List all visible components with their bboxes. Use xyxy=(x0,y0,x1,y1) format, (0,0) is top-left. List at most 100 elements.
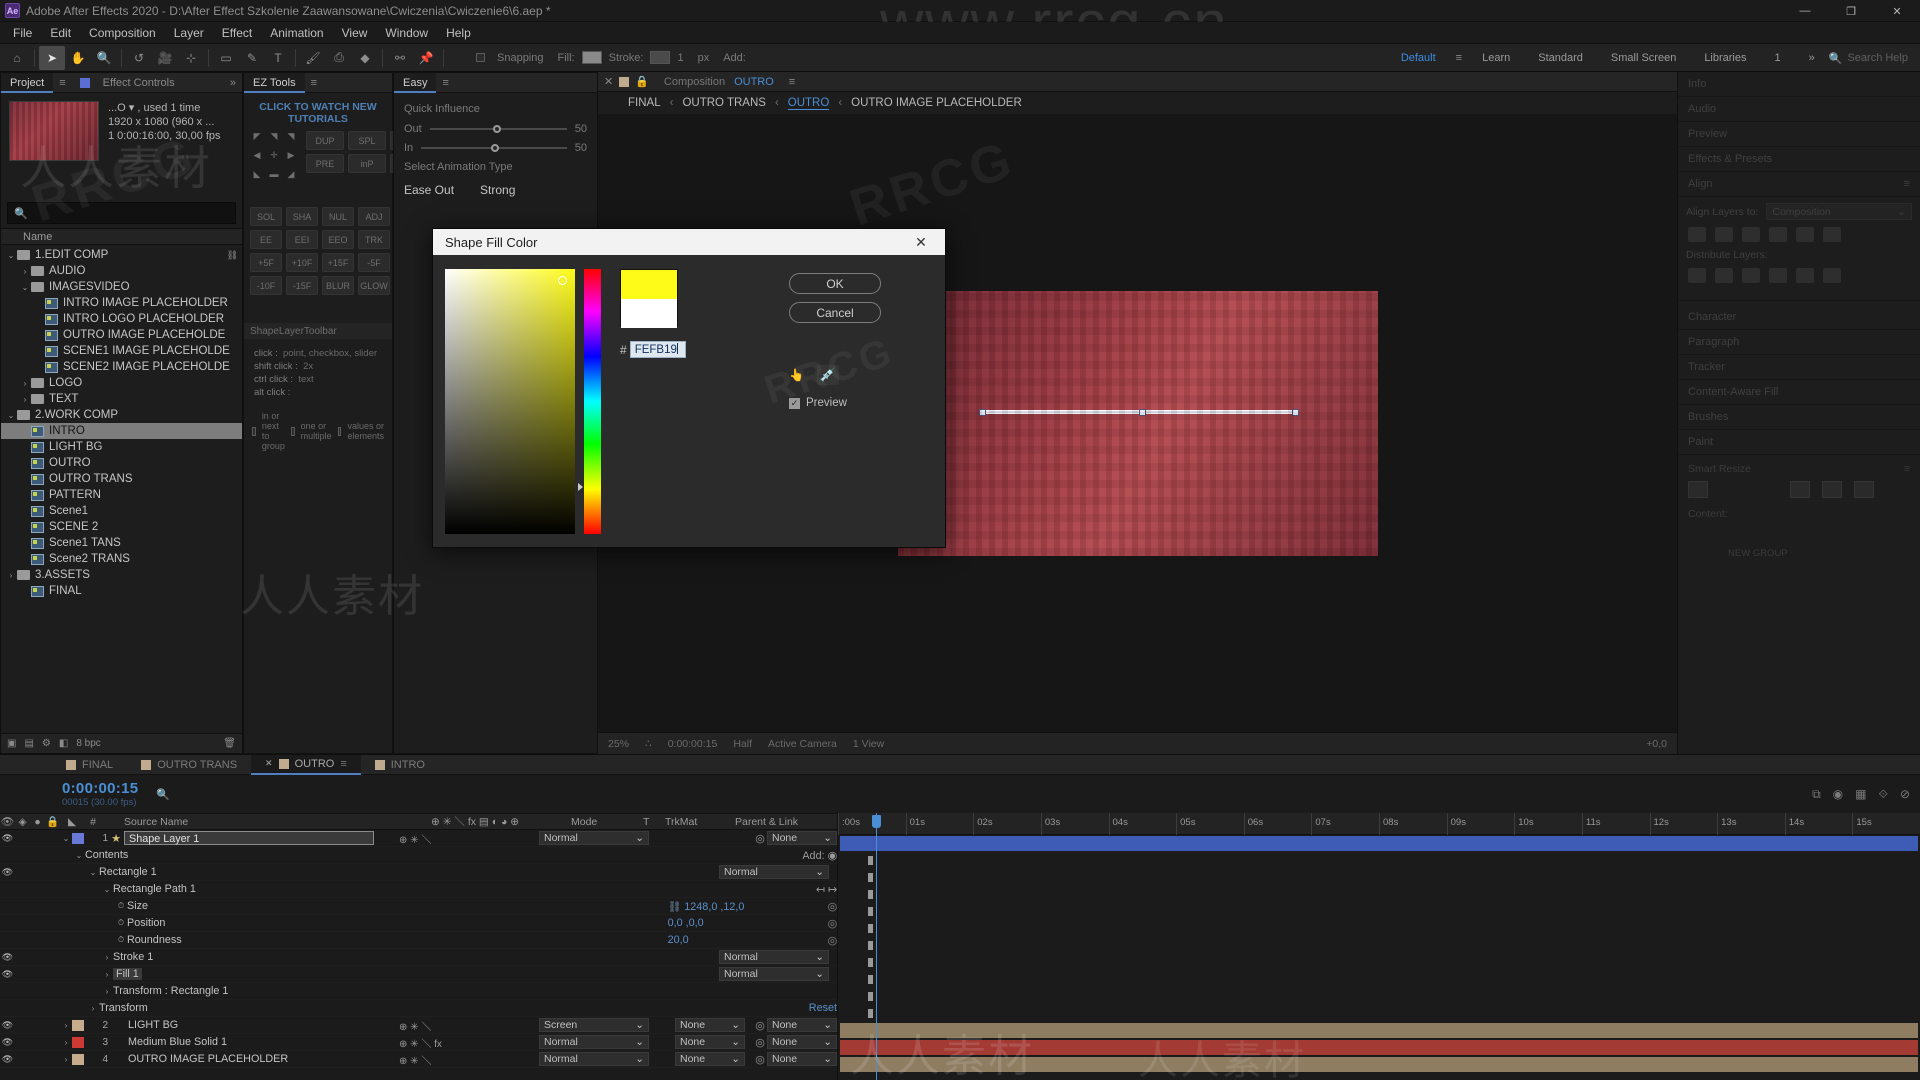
layer-parent-select[interactable]: None ⌄ xyxy=(767,1035,837,1049)
snapping-checkbox[interactable] xyxy=(476,53,485,62)
timeline-property-row[interactable]: ⏱ Position 0,0 ,0,0 ◎ xyxy=(0,915,837,932)
layer-source-name[interactable]: OUTRO IMAGE PLACEHOLDER xyxy=(124,1053,399,1065)
preview-checkbox-row[interactable]: ✓ Preview xyxy=(789,397,899,409)
home-icon[interactable]: ⌂ xyxy=(4,46,30,70)
timeline-property-row[interactable]: 👁 ⌄ Rectangle 1 Normal ⌄ xyxy=(0,864,837,881)
playhead-handle[interactable] xyxy=(872,815,881,828)
timeline-rows[interactable]: 👁 ⌄ 1 ★ Shape Layer 1 ⊕ ✳ ＼ Normal ⌄ ◎ None ⌄ ⌄ Con… xyxy=(0,830,837,1068)
distribute-right-icon[interactable] xyxy=(1823,268,1841,283)
workspace-standard[interactable]: Standard xyxy=(1524,44,1597,72)
parent-pickwhip-icon[interactable]: ◎ xyxy=(753,1019,767,1032)
motion-blur-icon[interactable]: ◉ xyxy=(1833,787,1843,802)
keyframe-marker[interactable] xyxy=(868,856,873,865)
keyframe-marker[interactable] xyxy=(868,1009,873,1018)
anchor-tc-icon[interactable]: ◥ xyxy=(267,131,281,147)
comp-resolution[interactable]: Half xyxy=(733,738,752,750)
layer-trkmat-select[interactable]: None ⌄ xyxy=(675,1035,753,1049)
hue-slider[interactable] xyxy=(578,269,601,534)
layer-twirl-icon[interactable]: › xyxy=(60,1055,72,1064)
camera-tool-icon[interactable]: 🎥 xyxy=(152,46,178,70)
keyframe-marker[interactable] xyxy=(868,958,873,967)
timeline-property-row[interactable]: › Transform : Rectangle 1 xyxy=(0,983,837,1000)
project-tree-item[interactable]: FINAL xyxy=(1,583,242,599)
timeline-layer-row[interactable]: 👁 ⌄ 1 ★ Shape Layer 1 ⊕ ✳ ＼ Normal ⌄ ◎ None ⌄ xyxy=(0,830,837,847)
timeline-search-icon[interactable]: 🔍 xyxy=(156,788,170,801)
tab-project[interactable]: Project xyxy=(1,72,54,93)
layer-source-name[interactable]: Shape Layer 1 xyxy=(124,831,399,845)
bit-depth-label[interactable]: 8 bpc xyxy=(76,738,100,749)
property-mode-select[interactable]: Normal ⌄ xyxy=(719,967,837,981)
hue-slider-arrow-icon[interactable] xyxy=(578,483,583,491)
in-slider[interactable] xyxy=(421,142,567,154)
layer-visibility-icon[interactable]: 👁 xyxy=(0,833,15,844)
in-slider-knob[interactable] xyxy=(491,144,500,152)
property-mode-select[interactable]: Normal ⌄ xyxy=(719,950,837,964)
zoom-tool-icon[interactable]: 🔍 xyxy=(91,46,117,70)
menu-view[interactable]: View xyxy=(333,24,377,42)
project-tree[interactable]: ⌄ 1.EDIT COMP ⛓ › AUDIO ⌄ IMAGESVIDEO INTRO IMA… xyxy=(1,245,242,733)
property-name[interactable]: Rectangle 1 xyxy=(99,866,609,878)
distribute-top-icon[interactable] xyxy=(1688,268,1706,283)
timecode-block[interactable]: 0:00:00:15 00015 (30.00 fps) xyxy=(0,780,138,808)
timeline-layer-row[interactable]: 👁 › 4 OUTRO IMAGE PLACEHOLDER ⊕ ✳ ＼ Normal ⌄ N… xyxy=(0,1051,837,1068)
project-tree-item[interactable]: LIGHT BG xyxy=(1,439,242,455)
project-tree-item[interactable]: OUTRO xyxy=(1,455,242,471)
playhead[interactable] xyxy=(872,813,881,1080)
tab-ez-tools[interactable]: EZ Tools xyxy=(244,72,305,93)
project-tree-item[interactable]: ⌄ 1.EDIT COMP ⛓ xyxy=(1,247,242,263)
workspace-menu-icon[interactable]: ≡ xyxy=(1450,52,1468,64)
distribute-bottom-icon[interactable] xyxy=(1742,268,1760,283)
rail-section-paint[interactable]: Paint xyxy=(1678,430,1920,455)
project-tree-item[interactable]: › TEXT xyxy=(1,391,242,407)
delete-icon[interactable]: 🗑 xyxy=(223,738,236,749)
property-twirl-icon[interactable]: › xyxy=(101,970,113,979)
smart-resize-grid-icon[interactable] xyxy=(1822,481,1842,498)
stopwatch-icon[interactable]: ⏱ xyxy=(115,901,127,911)
property-name[interactable]: Contents xyxy=(85,849,637,861)
menu-file[interactable]: File xyxy=(4,24,41,42)
menu-animation[interactable]: Animation xyxy=(261,24,332,42)
shape-tool-icon[interactable]: ▭ xyxy=(213,46,239,70)
anchor-ml-icon[interactable]: ◀ xyxy=(250,150,264,166)
menu-help[interactable]: Help xyxy=(437,24,480,42)
layer-visibility-icon[interactable]: 👁 xyxy=(0,1037,15,1048)
selection-handle-center[interactable] xyxy=(1138,408,1146,416)
project-tree-item[interactable]: OUTRO IMAGE PLACEHOLDE xyxy=(1,327,242,343)
panel-overflow-icon[interactable]: » xyxy=(224,77,242,89)
smart-resize-target-icon[interactable] xyxy=(1688,481,1708,498)
timeline-property-row[interactable]: 👁 › Fill 1 Normal ⌄ xyxy=(0,966,837,983)
project-tree-item[interactable]: › LOGO xyxy=(1,375,242,391)
align-left-icon[interactable] xyxy=(1688,227,1706,242)
ez-button-pre[interactable]: PRE xyxy=(306,154,344,173)
comp-grid-icon[interactable]: ∴ xyxy=(645,738,652,750)
twirl-icon[interactable]: › xyxy=(19,395,31,404)
tab-effect-controls[interactable]: Effect Controls xyxy=(94,73,184,93)
minimize-button[interactable]: — xyxy=(1782,0,1828,22)
brainstorm-icon[interactable]: ⊘ xyxy=(1900,787,1910,802)
new-comp-icon[interactable]: ▣ xyxy=(7,738,16,749)
hand-tool-icon[interactable]: ✋ xyxy=(65,46,91,70)
anchor-tl-icon[interactable]: ◤ xyxy=(250,131,264,147)
tab-menu-icon[interactable]: ≡ xyxy=(340,758,346,770)
property-twirl-icon[interactable]: › xyxy=(87,1004,99,1013)
anchor-br-icon[interactable]: ◢ xyxy=(284,169,298,185)
timeline-property-row[interactable]: ⌄ Rectangle Path 1 ↤ ↦ xyxy=(0,881,837,898)
selection-handle-right[interactable] xyxy=(1291,408,1299,416)
out-slider[interactable] xyxy=(429,123,567,135)
layer-source-name[interactable]: Medium Blue Solid 1 xyxy=(124,1036,399,1048)
dialog-close-icon[interactable]: ✕ xyxy=(909,234,933,251)
layer-trkmat-select[interactable]: None ⌄ xyxy=(675,1052,753,1066)
smart-resize-menu-icon[interactable]: ≡ xyxy=(1904,463,1910,475)
timeline-tab-outro-trans[interactable]: OUTRO TRANS xyxy=(127,755,251,775)
layer-color-chip[interactable] xyxy=(72,1019,84,1031)
clone-stamp-tool-icon[interactable]: ⎙ xyxy=(326,46,352,70)
ez-button-ee[interactable]: EE xyxy=(250,230,282,249)
timeline-layer-bar[interactable] xyxy=(840,1040,1918,1055)
new-folder-icon[interactable]: ▤ xyxy=(24,738,33,749)
layer-trkmat-select[interactable]: None ⌄ xyxy=(675,1018,753,1032)
project-tree-item[interactable]: Scene2 TRANS xyxy=(1,551,242,567)
project-tree-item[interactable]: INTRO xyxy=(1,423,242,439)
project-tree-item[interactable]: SCENE1 IMAGE PLACEHOLDE xyxy=(1,343,242,359)
comp-current-time[interactable]: 0:00:00:15 xyxy=(668,738,718,750)
hex-input[interactable]: FEFB19 xyxy=(629,341,686,358)
